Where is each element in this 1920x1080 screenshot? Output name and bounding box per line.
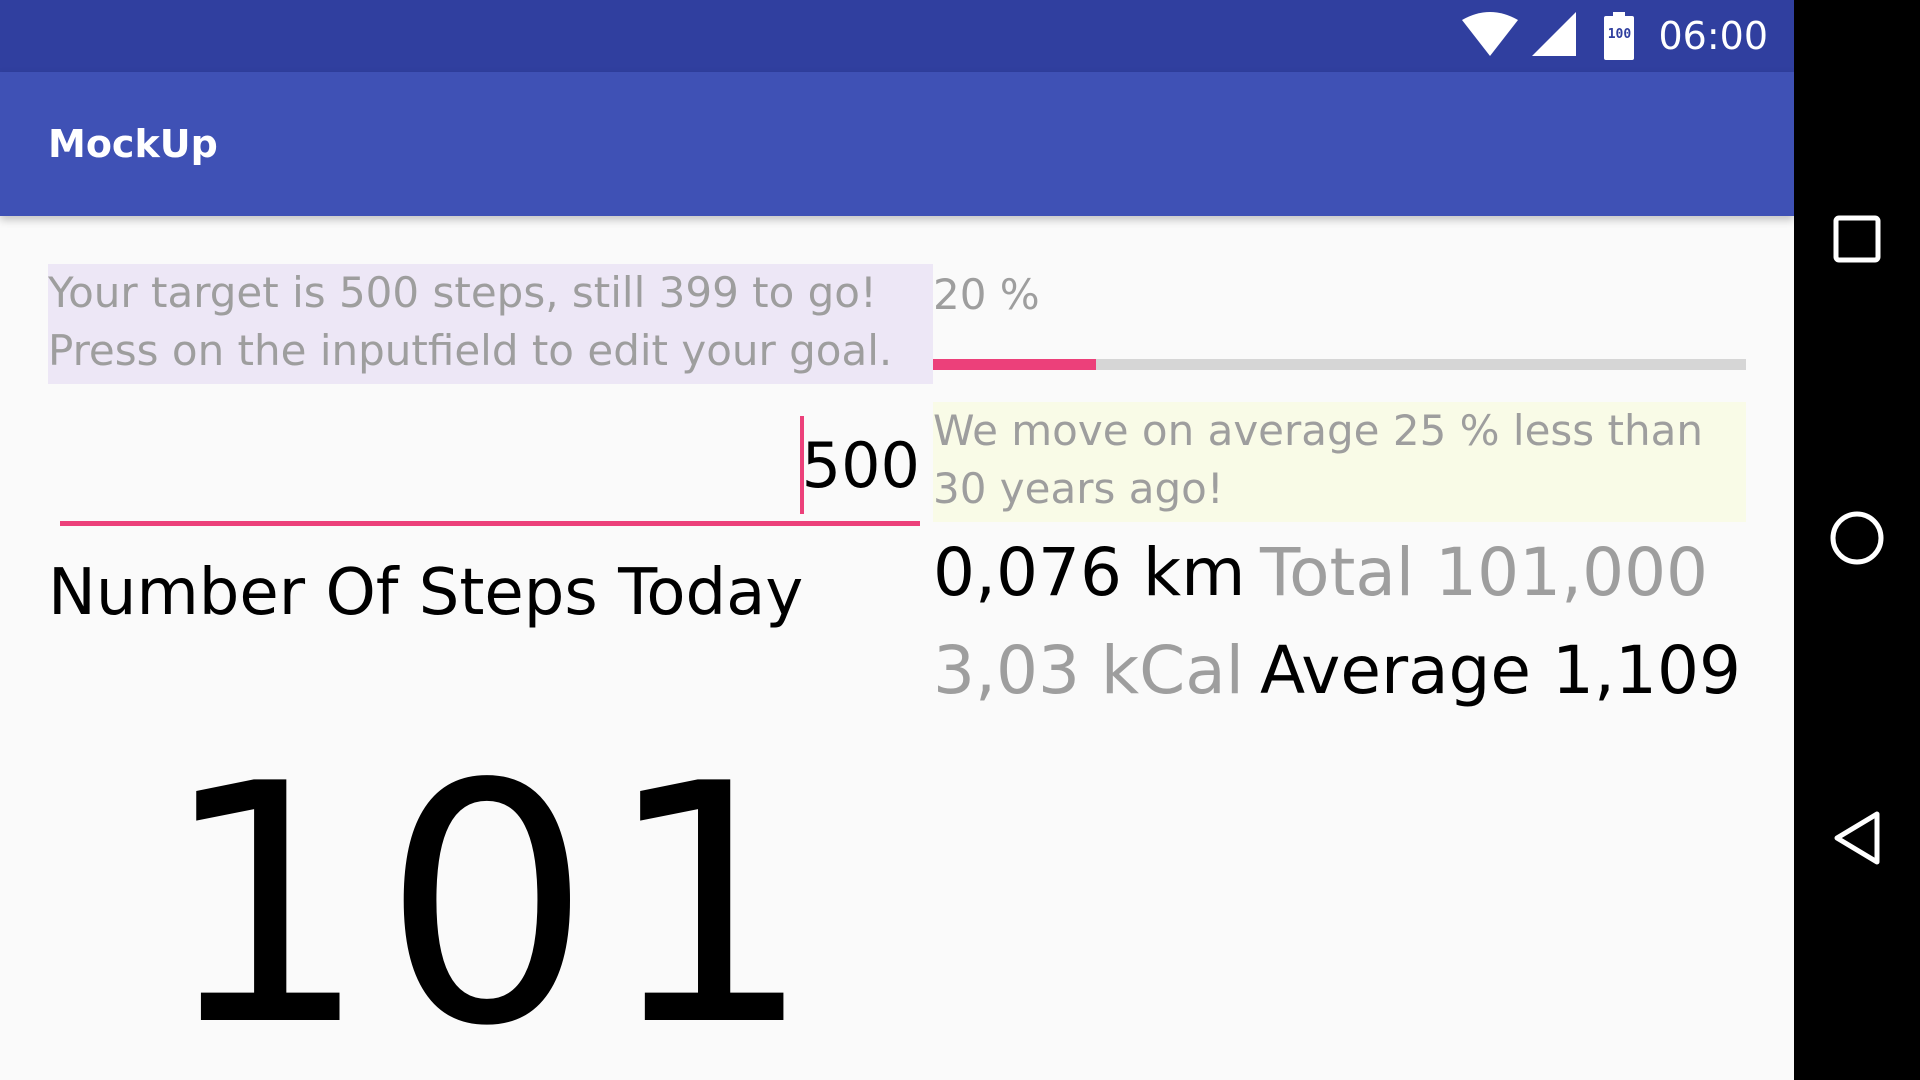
app-title: MockUp (48, 122, 218, 166)
goal-input[interactable] (60, 420, 920, 510)
signal-icon (1532, 12, 1577, 60)
wifi-icon (1462, 12, 1519, 60)
target-message-line2: Press on the inputfield to edit your goa… (48, 326, 893, 375)
recents-icon (1833, 215, 1881, 267)
text-cursor (800, 416, 804, 514)
recents-button[interactable] (1794, 178, 1920, 304)
status-icons: 100 06:00 (1462, 0, 1768, 72)
goal-input-underline (60, 521, 920, 526)
target-message: Your target is 500 steps, still 399 to g… (48, 264, 933, 384)
navigation-bar (1794, 0, 1920, 1080)
steps-today-heading: Number Of Steps Today (48, 556, 804, 630)
progress-percent-label: 20 % (933, 270, 1040, 319)
home-button[interactable] (1794, 477, 1920, 603)
goal-input-container[interactable] (60, 416, 920, 526)
average-steps-value: Average 1,109 (1260, 632, 1741, 709)
screen: 100 06:00 MockUp Your target is 500 step… (0, 0, 1920, 1080)
fact-message: We move on average 25 % less than 30 yea… (933, 402, 1746, 522)
main-content: Your target is 500 steps, still 399 to g… (0, 216, 1794, 1080)
status-time: 06:00 (1658, 14, 1768, 58)
fact-message-line1: We move on average 25 % less than (933, 406, 1703, 455)
steps-count: 101 (160, 714, 826, 1066)
distance-value: 0,076 km (933, 534, 1246, 611)
back-button[interactable] (1794, 777, 1920, 903)
battery-icon: 100 (1604, 12, 1635, 60)
battery-level: 100 (1607, 27, 1632, 42)
app-bar: MockUp (0, 72, 1794, 216)
calories-value: 3,03 kCal (933, 632, 1245, 709)
fact-message-line2: 30 years ago! (933, 464, 1224, 513)
target-message-line1: Your target is 500 steps, still 399 to g… (48, 268, 877, 317)
goal-progress-fill (933, 359, 1096, 370)
home-icon (1829, 510, 1885, 570)
goal-progress-bar (933, 359, 1746, 370)
back-icon (1831, 810, 1883, 870)
total-steps-value: Total 101,000 (1260, 534, 1709, 611)
status-bar: 100 06:00 (0, 0, 1794, 72)
